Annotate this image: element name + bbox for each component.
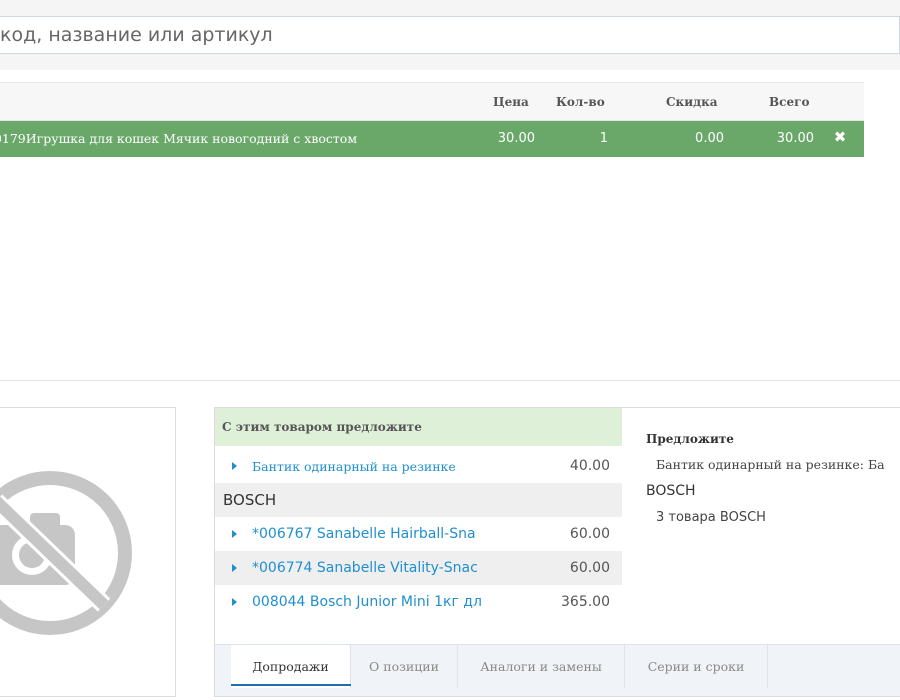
suggestions-title: С этим товаром предложите (222, 420, 422, 434)
suggestion-name[interactable]: Бантик одинарный на резинке (252, 449, 512, 483)
suggestion-price: 365.00 (561, 594, 610, 610)
suggestion-price: 60.00 (569, 526, 610, 542)
group-header: BOSCH (215, 483, 622, 517)
group-label: BOSCH (223, 491, 277, 509)
col-header-discount: Скидка (666, 95, 718, 109)
expand-arrow-icon[interactable] (232, 462, 237, 470)
tab-about[interactable]: О позиции (351, 645, 458, 688)
row-price: 30.00 (497, 131, 535, 146)
offer-text: Бантик одинарный на резинке: Ба (656, 457, 885, 472)
expand-arrow-icon[interactable] (232, 598, 237, 606)
row-product-name: 00179Игрушка для кошек Мячик новогодний … (0, 131, 358, 146)
search-placeholder: код, название или артикул (0, 24, 273, 46)
remove-row-icon[interactable]: ✖ (831, 128, 849, 146)
active-tab-indicator (231, 684, 351, 686)
offer-count: 3 товара BOSCH (656, 510, 766, 525)
list-item[interactable]: *006767 Sanabelle Hairball-Sna 60.00 (215, 517, 622, 551)
col-header-price: Цена (493, 95, 529, 109)
row-qty[interactable]: 1 (570, 131, 608, 146)
col-header-total: Всего (769, 95, 810, 109)
suggestion-price: 60.00 (569, 560, 610, 576)
tab-upsell[interactable]: Допродажи (231, 645, 351, 688)
expand-arrow-icon[interactable] (232, 564, 237, 572)
list-item[interactable]: Бантик одинарный на резинке 40.00 (215, 449, 622, 483)
list-item[interactable]: *006774 Sanabelle Vitality-Snac 60.00 (215, 551, 622, 585)
suggestion-name[interactable]: 008044 Bosch Junior Mini 1кг дл (252, 585, 514, 619)
search-input[interactable]: код, название или артикул (0, 16, 900, 54)
suggestion-name[interactable]: *006767 Sanabelle Hairball-Sna (252, 517, 514, 551)
suggestion-name[interactable]: *006774 Sanabelle Vitality-Snac (252, 551, 514, 585)
list-item[interactable]: 008044 Bosch Junior Mini 1кг дл 365.00 (215, 585, 622, 619)
table-header (0, 83, 864, 121)
suggestion-price: 40.00 (569, 458, 610, 474)
tab-analogs[interactable]: Аналоги и замены (458, 645, 625, 688)
product-image (0, 407, 176, 697)
row-discount[interactable]: 0.00 (660, 131, 724, 146)
offer-title: Предложите (646, 432, 734, 446)
no-photo-icon (0, 471, 132, 635)
section-divider (0, 380, 900, 381)
row-total: 30.00 (776, 131, 814, 146)
col-header-qty: Кол-во (556, 95, 605, 109)
tab-series[interactable]: Серии и сроки (625, 645, 768, 688)
expand-arrow-icon[interactable] (232, 530, 237, 538)
offer-brand: BOSCH (646, 483, 696, 499)
